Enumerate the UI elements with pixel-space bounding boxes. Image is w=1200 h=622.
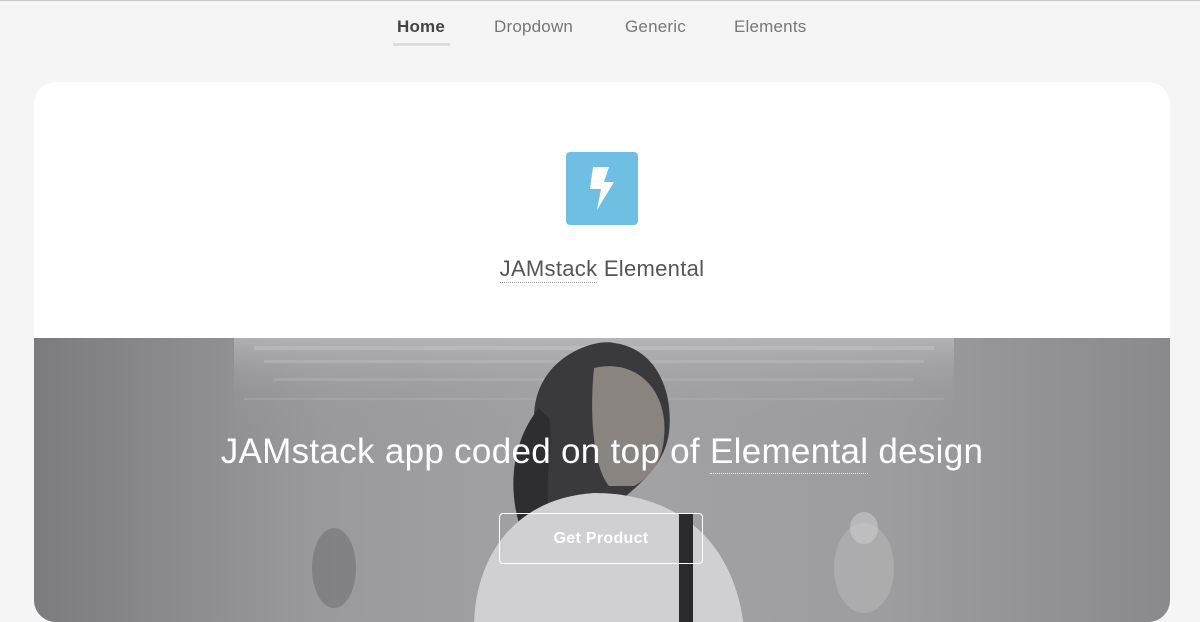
hero-background-image: [34, 338, 1170, 622]
lightning-bolt-icon: [590, 167, 614, 210]
site-title-rest: Elemental: [603, 256, 705, 281]
active-nav-indicator: [393, 43, 450, 46]
nav-item-dropdown[interactable]: Dropdown: [494, 17, 573, 37]
nav-item-elements[interactable]: Elements: [734, 17, 806, 37]
nav-item-generic[interactable]: Generic: [625, 17, 686, 37]
logo[interactable]: [566, 152, 638, 225]
main-card: JAMstack Elemental JAMstack app coded on…: [34, 82, 1170, 622]
site-title: JAMstack Elemental: [34, 256, 1170, 283]
get-product-button[interactable]: Get Product: [499, 513, 703, 564]
hero-heading-abbr: Elemental: [709, 432, 869, 474]
site-title-abbr: JAMstack: [499, 256, 598, 283]
hero-heading-text: JAMstack app coded on top of: [220, 432, 710, 471]
hero-heading-text-end: design: [868, 432, 984, 471]
main-nav: Home Dropdown Generic Elements: [0, 0, 1200, 56]
nav-item-home[interactable]: Home: [397, 17, 445, 37]
hero-banner: JAMstack app coded on top of Elemental d…: [34, 338, 1170, 622]
hero-heading: JAMstack app coded on top of Elemental d…: [34, 432, 1170, 474]
